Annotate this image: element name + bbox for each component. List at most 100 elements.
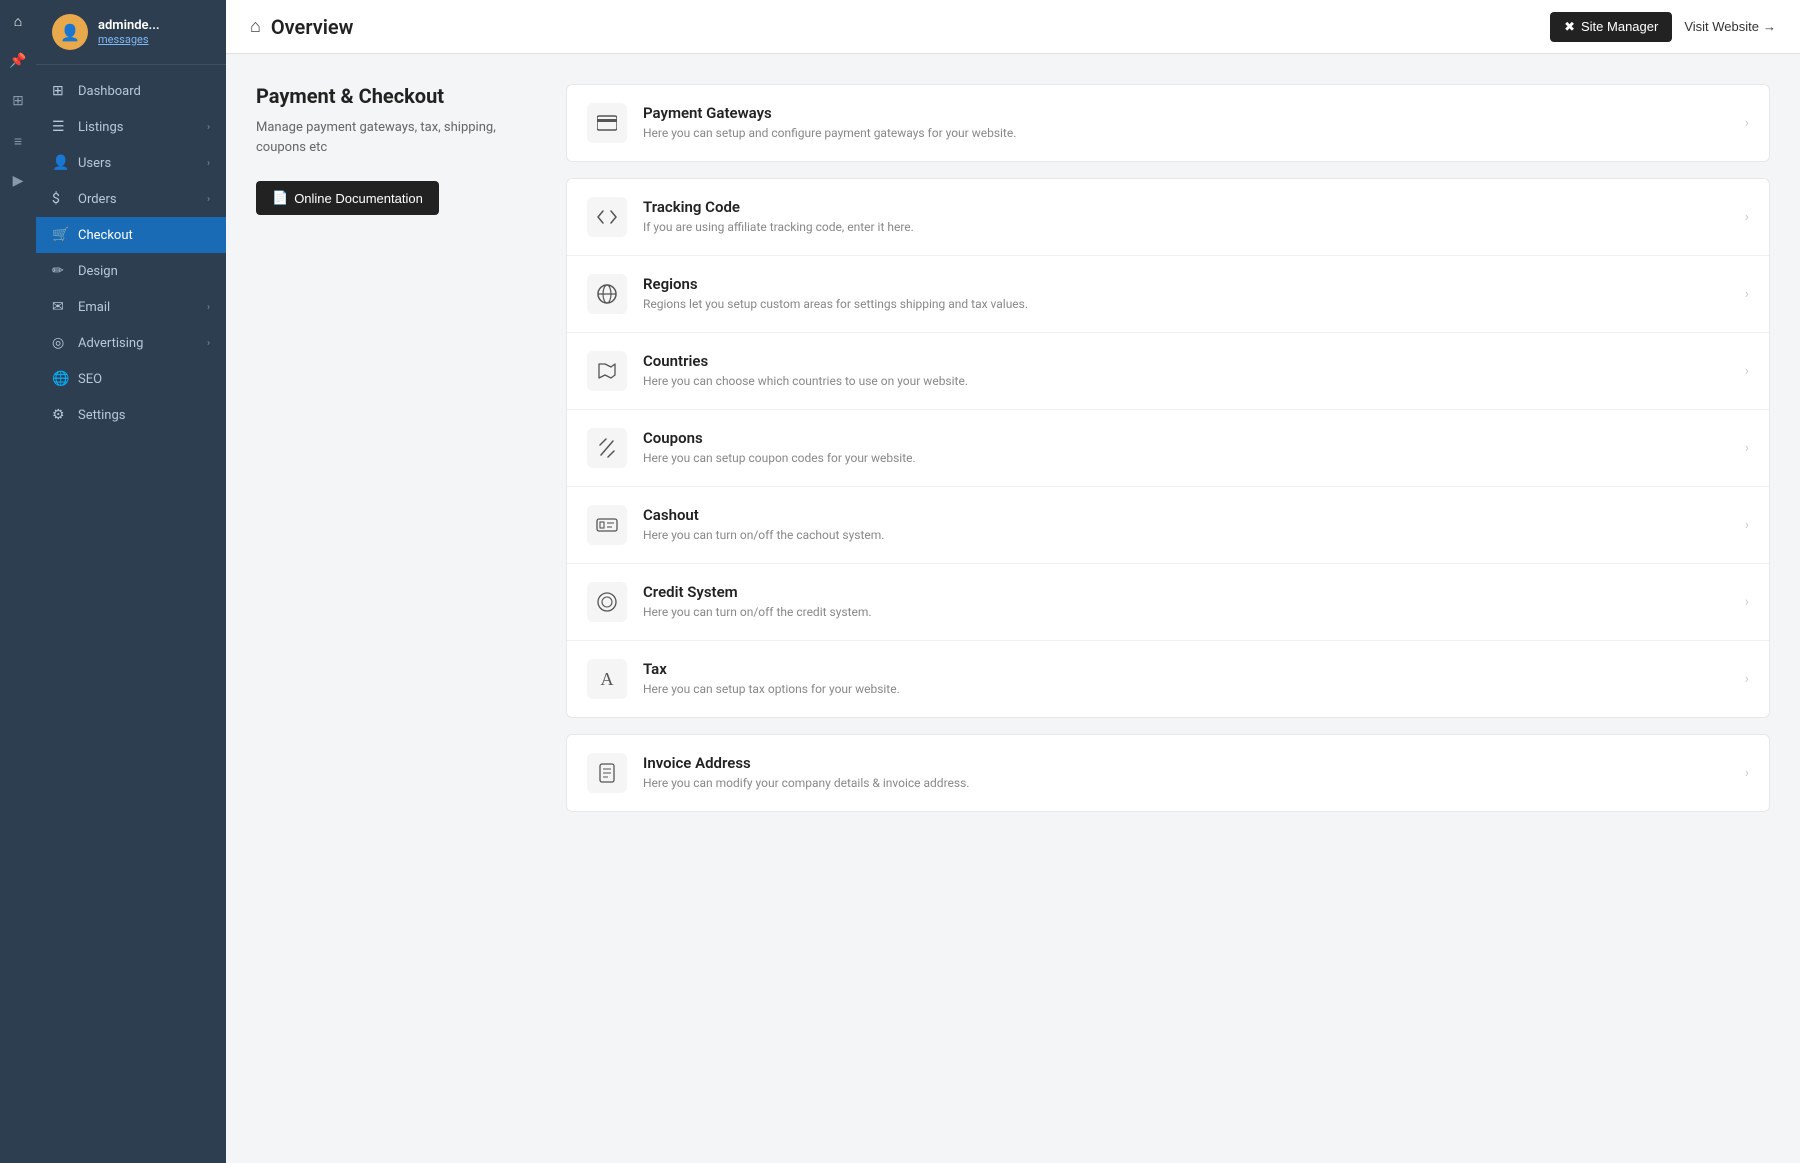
credit-system-text: Credit System Here you can turn on/off t… bbox=[643, 583, 1745, 621]
coupons-item[interactable]: Coupons Here you can setup coupon codes … bbox=[567, 410, 1769, 487]
sidebar-item-label: Orders bbox=[78, 192, 197, 207]
sidebar-nav: ⊞ Dashboard ☰ Listings › 👤 Users › $ Ord… bbox=[36, 65, 226, 1163]
topbar-left: ⌂ Overview bbox=[250, 15, 353, 39]
sidebar-item-label: SEO bbox=[78, 372, 210, 387]
tracking-code-item[interactable]: Tracking Code If you are using affiliate… bbox=[567, 179, 1769, 256]
tracking-code-title: Tracking Code bbox=[643, 198, 1745, 216]
regions-title: Regions bbox=[643, 275, 1745, 293]
listings-icon: ☰ bbox=[52, 119, 68, 135]
invoice-address-desc: Here you can modify your company details… bbox=[643, 775, 1745, 792]
payment-gateways-icon bbox=[587, 103, 627, 143]
sidebar-item-listings[interactable]: ☰ Listings › bbox=[36, 109, 226, 145]
countries-icon bbox=[587, 351, 627, 391]
sidebar-item-advertising[interactable]: ◎ Advertising › bbox=[36, 325, 226, 361]
orders-icon: $ bbox=[52, 191, 68, 207]
design-icon: ✏ bbox=[52, 263, 68, 279]
invoice-address-text: Invoice Address Here you can modify your… bbox=[643, 754, 1745, 792]
tracking-code-desc: If you are using affiliate tracking code… bbox=[643, 219, 1745, 236]
bar-icon-grid[interactable]: ⊞ bbox=[7, 90, 29, 112]
chevron-right-icon: › bbox=[207, 338, 210, 349]
bar-icon-home[interactable]: ⌂ bbox=[7, 10, 29, 32]
countries-title: Countries bbox=[643, 352, 1745, 370]
content-area: Payment & Checkout Manage payment gatewa… bbox=[226, 54, 1800, 1163]
cashout-icon bbox=[587, 505, 627, 545]
coupons-title: Coupons bbox=[643, 429, 1745, 447]
icon-bar: ⌂ 📌 ⊞ ≡ ▶ bbox=[0, 0, 36, 1163]
visit-website-label: Visit Website bbox=[1684, 19, 1759, 34]
dashboard-icon: ⊞ bbox=[52, 83, 68, 99]
sidebar-item-label: Listings bbox=[78, 120, 197, 135]
site-manager-label: Site Manager bbox=[1581, 19, 1658, 34]
bar-icon-pin[interactable]: 📌 bbox=[7, 50, 29, 72]
countries-desc: Here you can choose which countries to u… bbox=[643, 373, 1745, 390]
invoice-card: Invoice Address Here you can modify your… bbox=[566, 734, 1770, 812]
topbar: ⌂ Overview ✖ Site Manager Visit Website … bbox=[226, 0, 1800, 54]
cashout-desc: Here you can turn on/off the cachout sys… bbox=[643, 527, 1745, 544]
left-panel: Payment & Checkout Manage payment gatewa… bbox=[256, 84, 536, 1133]
sidebar-header: 👤 adminde... messages bbox=[36, 0, 226, 65]
coupons-text: Coupons Here you can setup coupon codes … bbox=[643, 429, 1745, 467]
bar-icon-list[interactable]: ≡ bbox=[7, 130, 29, 152]
tax-desc: Here you can setup tax options for your … bbox=[643, 681, 1745, 698]
tax-text: Tax Here you can setup tax options for y… bbox=[643, 660, 1745, 698]
tracking-code-icon bbox=[587, 197, 627, 237]
bar-icon-play[interactable]: ▶ bbox=[7, 170, 29, 192]
sidebar-item-checkout[interactable]: 🛒 Checkout bbox=[36, 217, 226, 253]
section-description: Manage payment gateways, tax, shipping, … bbox=[256, 118, 536, 157]
advertising-icon: ◎ bbox=[52, 335, 68, 351]
sidebar-item-users[interactable]: 👤 Users › bbox=[36, 145, 226, 181]
chevron-right-icon: › bbox=[207, 158, 210, 169]
sidebar-item-label: Users bbox=[78, 156, 197, 171]
regions-item[interactable]: Regions Regions let you setup custom are… bbox=[567, 256, 1769, 333]
home-icon: ⌂ bbox=[250, 16, 261, 37]
invoice-address-title: Invoice Address bbox=[643, 754, 1745, 772]
topbar-right: ✖ Site Manager Visit Website → bbox=[1550, 12, 1776, 42]
settings-icon: ⚙ bbox=[52, 407, 68, 423]
sidebar-item-orders[interactable]: $ Orders › bbox=[36, 181, 226, 217]
docs-button-label: Online Documentation bbox=[294, 191, 423, 206]
cashout-text: Cashout Here you can turn on/off the cac… bbox=[643, 506, 1745, 544]
invoice-address-icon bbox=[587, 753, 627, 793]
sidebar-item-design[interactable]: ✏ Design bbox=[36, 253, 226, 289]
tax-icon: A bbox=[587, 659, 627, 699]
sidebar-item-seo[interactable]: 🌐 SEO bbox=[36, 361, 226, 397]
sidebar-user-info: adminde... messages bbox=[98, 18, 210, 46]
tax-letter: A bbox=[601, 669, 614, 690]
arrow-right-icon: → bbox=[1763, 19, 1776, 34]
tax-item[interactable]: A Tax Here you can setup tax options for… bbox=[567, 641, 1769, 717]
sidebar-item-label: Dashboard bbox=[78, 84, 210, 99]
payment-gateways-card: Payment Gateways Here you can setup and … bbox=[566, 84, 1770, 162]
sidebar-item-label: Email bbox=[78, 300, 197, 315]
regions-text: Regions Regions let you setup custom are… bbox=[643, 275, 1745, 313]
payment-gateways-item[interactable]: Payment Gateways Here you can setup and … bbox=[567, 85, 1769, 161]
avatar: 👤 bbox=[52, 14, 88, 50]
credit-system-title: Credit System bbox=[643, 583, 1745, 601]
cashout-title: Cashout bbox=[643, 506, 1745, 524]
visit-website-button[interactable]: Visit Website → bbox=[1684, 19, 1776, 34]
email-icon: ✉ bbox=[52, 299, 68, 315]
cashout-item[interactable]: Cashout Here you can turn on/off the cac… bbox=[567, 487, 1769, 564]
countries-item[interactable]: Countries Here you can choose which coun… bbox=[567, 333, 1769, 410]
sidebar-item-email[interactable]: ✉ Email › bbox=[36, 289, 226, 325]
main-content: ⌂ Overview ✖ Site Manager Visit Website … bbox=[226, 0, 1800, 1163]
invoice-address-item[interactable]: Invoice Address Here you can modify your… bbox=[567, 735, 1769, 811]
regions-icon bbox=[587, 274, 627, 314]
sidebar: 👤 adminde... messages ⊞ Dashboard ☰ List… bbox=[36, 0, 226, 1163]
page-title: Overview bbox=[271, 15, 354, 39]
payment-gateways-title: Payment Gateways bbox=[643, 104, 1745, 122]
sidebar-item-dashboard[interactable]: ⊞ Dashboard bbox=[36, 73, 226, 109]
site-manager-button[interactable]: ✖ Site Manager bbox=[1550, 12, 1672, 42]
credit-system-item[interactable]: Credit System Here you can turn on/off t… bbox=[567, 564, 1769, 641]
sidebar-item-label: Checkout bbox=[78, 228, 210, 243]
right-panel: Payment Gateways Here you can setup and … bbox=[566, 84, 1770, 1133]
tax-title: Tax bbox=[643, 660, 1745, 678]
countries-text: Countries Here you can choose which coun… bbox=[643, 352, 1745, 390]
chevron-right-icon: › bbox=[1745, 363, 1749, 379]
chevron-right-icon: › bbox=[1745, 671, 1749, 687]
docs-button[interactable]: 📄 Online Documentation bbox=[256, 181, 439, 215]
sidebar-item-label: Design bbox=[78, 264, 210, 279]
sidebar-item-settings[interactable]: ⚙ Settings bbox=[36, 397, 226, 433]
chevron-right-icon: › bbox=[1745, 440, 1749, 456]
checkout-icon: 🛒 bbox=[52, 227, 68, 243]
sidebar-messages-link[interactable]: messages bbox=[98, 33, 210, 46]
